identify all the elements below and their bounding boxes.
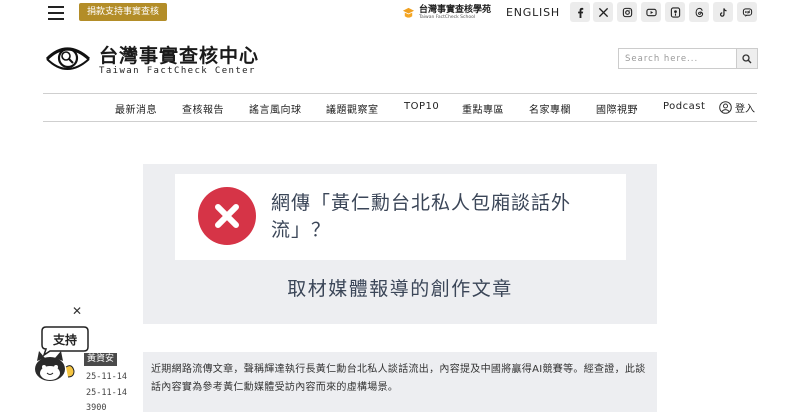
line-icon[interactable] <box>737 2 757 22</box>
nav-divider-top <box>43 93 757 94</box>
english-link[interactable]: ENGLISH <box>506 6 560 19</box>
factcheck-school-link[interactable]: 台灣事實查核學苑 Taiwan FactCheck School <box>402 3 491 23</box>
article-title: 網傳「黃仁勳台北私人包廂談話外流」？ <box>271 192 572 241</box>
tiktok-icon[interactable] <box>713 2 733 22</box>
verdict-label: 取材媒體報導的創作文章 <box>287 278 513 300</box>
search-box <box>618 48 758 69</box>
facebook-icon[interactable] <box>570 2 590 22</box>
school-name: 台灣事實查核學苑 <box>419 4 492 15</box>
x-icon[interactable] <box>593 2 613 22</box>
nav-item-rumor-trends[interactable]: 謠言風向球 <box>249 101 302 116</box>
false-verdict-icon <box>198 187 256 245</box>
nav-item-columns[interactable]: 名家專欄 <box>529 101 571 116</box>
report-number: 3900 <box>86 403 107 412</box>
nav-item-reports[interactable]: 查核報告 <box>182 101 224 116</box>
site-title[interactable]: 台灣事實查核中心 <box>99 41 259 68</box>
podcast-icon[interactable] <box>665 2 685 22</box>
login-link[interactable]: 登入 <box>719 100 755 115</box>
published-date: 25-11-14 <box>86 372 127 382</box>
school-logo-icon <box>402 7 415 18</box>
nav-item-issue-watch[interactable]: 議題觀察室 <box>326 101 379 116</box>
search-button[interactable] <box>736 49 757 68</box>
article-summary: 近期網路流傳文章，聲稱輝達執行長黃仁勳台北私人談話流出，內容提及中國將贏得AI競… <box>151 364 646 393</box>
mascot-speech-text: 支持 <box>52 332 77 347</box>
user-icon <box>719 101 732 114</box>
updated-date: 25-11-14 <box>86 388 127 398</box>
threads-icon[interactable] <box>689 2 709 22</box>
donate-button[interactable]: 捐款支持事實查核 <box>79 3 167 21</box>
support-mascot-icon[interactable]: 支持 <box>30 323 90 383</box>
search-input[interactable] <box>619 49 736 68</box>
youtube-icon[interactable] <box>641 2 661 22</box>
search-icon <box>742 53 752 63</box>
school-name-en: Taiwan FactCheck School <box>419 14 476 20</box>
tfc-logo-icon <box>45 47 91 70</box>
nav-item-featured[interactable]: 重點專區 <box>462 101 504 116</box>
author-tag: 黃資安 <box>84 353 118 366</box>
site-title-en: Taiwan FactCheck Center <box>99 66 256 76</box>
nav-item-top10[interactable]: TOP10 <box>404 101 439 112</box>
nav-item-latest[interactable]: 最新消息 <box>115 101 157 116</box>
nav-item-international[interactable]: 國際視野 <box>596 101 638 116</box>
nav-item-podcast[interactable]: Podcast <box>663 101 705 112</box>
menu-hamburger-icon[interactable] <box>48 6 64 20</box>
close-icon[interactable]: ✕ <box>72 305 82 317</box>
nav-divider-bottom <box>43 121 757 122</box>
instagram-icon[interactable] <box>617 2 637 22</box>
login-label: 登入 <box>735 104 755 115</box>
